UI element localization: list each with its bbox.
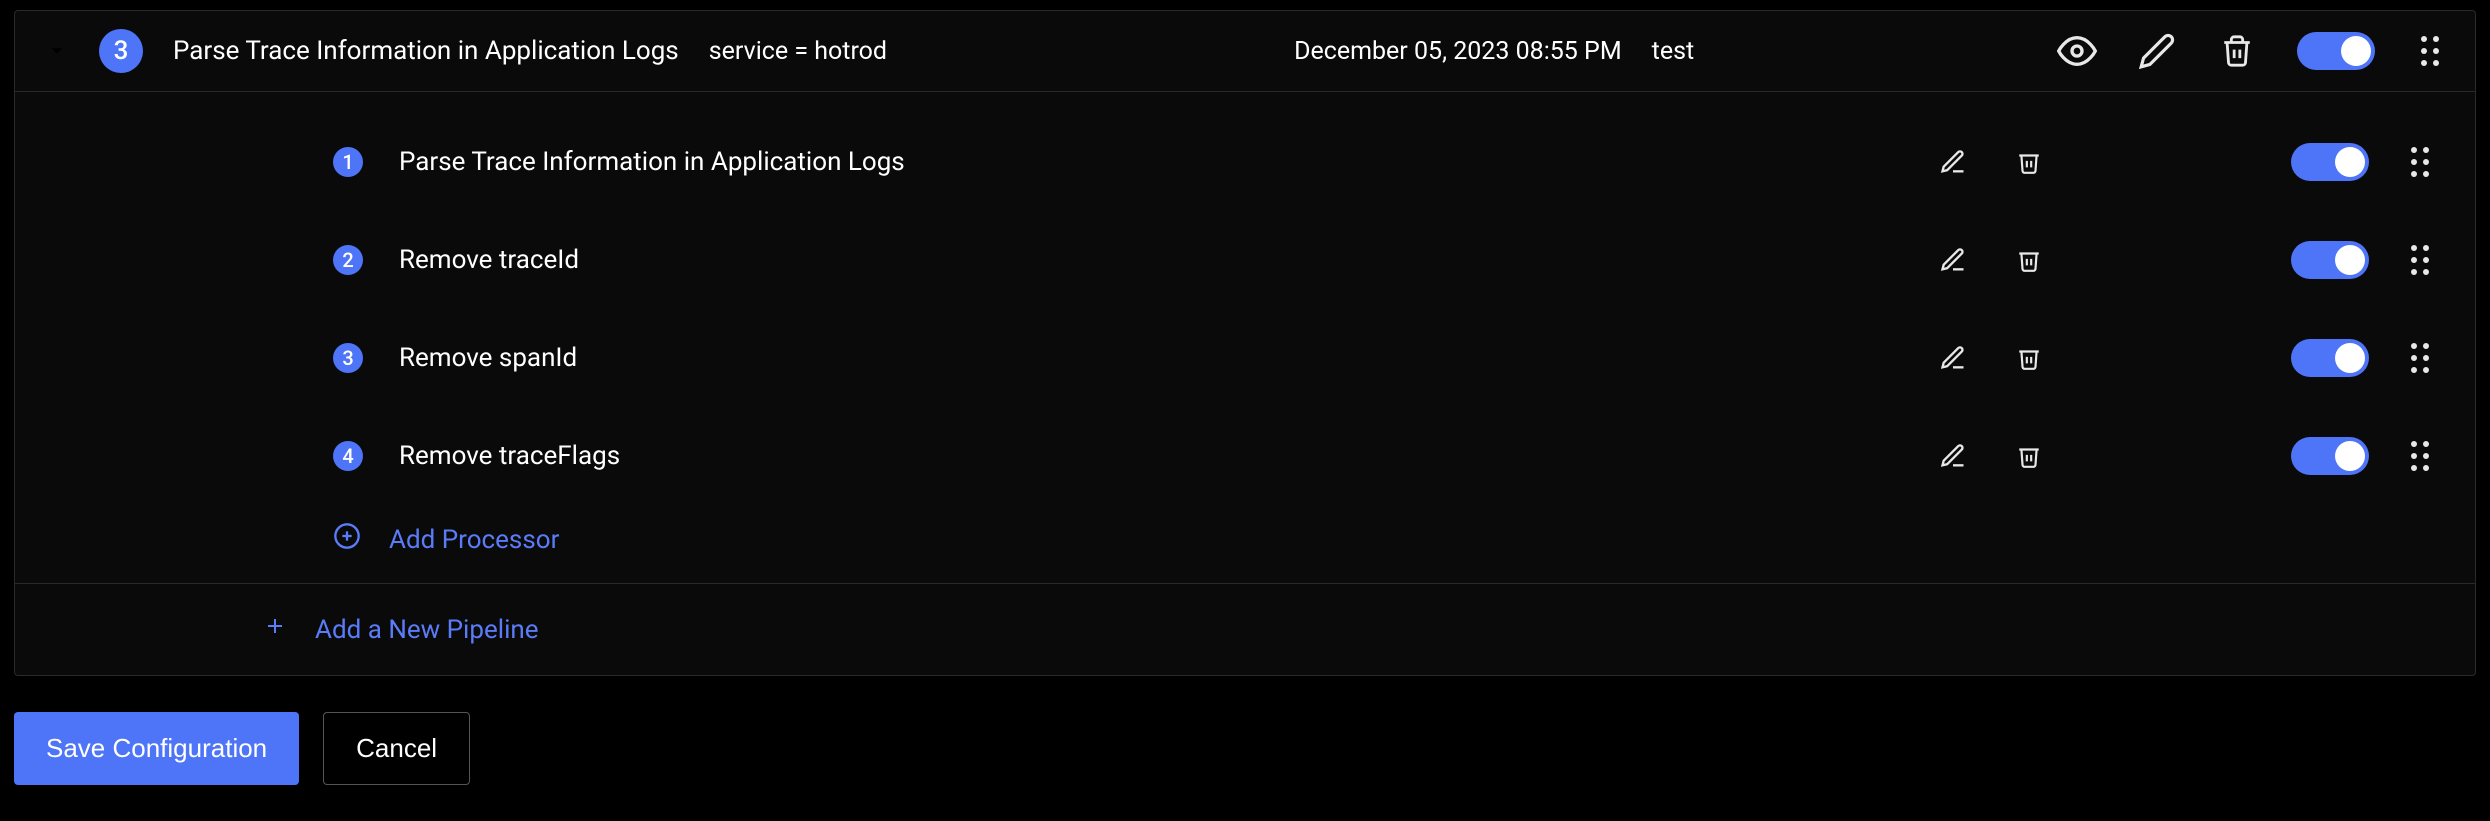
pipeline-index-badge: 3 xyxy=(99,29,143,73)
drag-handle-icon[interactable] xyxy=(2405,338,2435,378)
add-processor-label: Add Processor xyxy=(389,525,559,555)
add-pipeline-button[interactable]: Add a New Pipeline xyxy=(15,583,2475,675)
processors-list: 1 Parse Trace Information in Application… xyxy=(15,92,2475,583)
processor-row: 3 Remove spanId xyxy=(15,308,2475,406)
processor-index-badge: 2 xyxy=(333,245,363,275)
edit-icon[interactable] xyxy=(1933,142,1973,182)
processor-index-badge: 4 xyxy=(333,441,363,471)
delete-icon[interactable] xyxy=(2217,31,2257,71)
expand-chevron-icon[interactable] xyxy=(45,39,69,63)
processor-toggle[interactable] xyxy=(2291,143,2369,181)
drag-handle-icon[interactable] xyxy=(2415,31,2445,71)
processor-index-badge: 1 xyxy=(333,147,363,177)
drag-handle-icon[interactable] xyxy=(2405,436,2435,476)
pipeline-panel: 3 Parse Trace Information in Application… xyxy=(14,10,2476,676)
processor-name: Parse Trace Information in Application L… xyxy=(399,147,1897,177)
pipeline-toggle[interactable] xyxy=(2297,32,2375,70)
pipeline-header: 3 Parse Trace Information in Application… xyxy=(15,11,2475,92)
processor-toggle[interactable] xyxy=(2291,241,2369,279)
processor-name: Remove traceId xyxy=(399,245,1897,275)
add-processor-button[interactable]: Add Processor xyxy=(15,504,2475,583)
processor-row: 4 Remove traceFlags xyxy=(15,406,2475,504)
footer-actions: Save Configuration Cancel xyxy=(0,676,2490,821)
delete-icon[interactable] xyxy=(2009,338,2049,378)
add-pipeline-label: Add a New Pipeline xyxy=(315,615,539,645)
pipeline-filter: service = hotrod xyxy=(709,37,989,66)
processor-row: 1 Parse Trace Information in Application… xyxy=(15,112,2475,210)
edit-icon[interactable] xyxy=(1933,240,1973,280)
edit-icon[interactable] xyxy=(2137,31,2177,71)
pipeline-actions xyxy=(2057,31,2445,71)
drag-handle-icon[interactable] xyxy=(2405,240,2435,280)
drag-handle-icon[interactable] xyxy=(2405,142,2435,182)
pipeline-name: Parse Trace Information in Application L… xyxy=(173,36,679,66)
processor-name: Remove traceFlags xyxy=(399,441,1897,471)
pipeline-edited-on: December 05, 2023 08:55 PM xyxy=(1294,37,1622,66)
processor-toggle[interactable] xyxy=(2291,339,2369,377)
plus-circle-icon xyxy=(333,522,361,557)
save-button[interactable]: Save Configuration xyxy=(14,712,299,785)
edit-icon[interactable] xyxy=(1933,436,1973,476)
delete-icon[interactable] xyxy=(2009,142,2049,182)
processor-toggle[interactable] xyxy=(2291,437,2369,475)
cancel-button[interactable]: Cancel xyxy=(323,712,470,785)
edit-icon[interactable] xyxy=(1933,338,1973,378)
processor-index-badge: 3 xyxy=(333,343,363,373)
pipeline-edited-by: test xyxy=(1652,37,1752,66)
view-icon[interactable] xyxy=(2057,31,2097,71)
delete-icon[interactable] xyxy=(2009,436,2049,476)
processor-row: 2 Remove traceId xyxy=(15,210,2475,308)
processor-name: Remove spanId xyxy=(399,343,1897,373)
plus-icon xyxy=(263,614,287,645)
delete-icon[interactable] xyxy=(2009,240,2049,280)
